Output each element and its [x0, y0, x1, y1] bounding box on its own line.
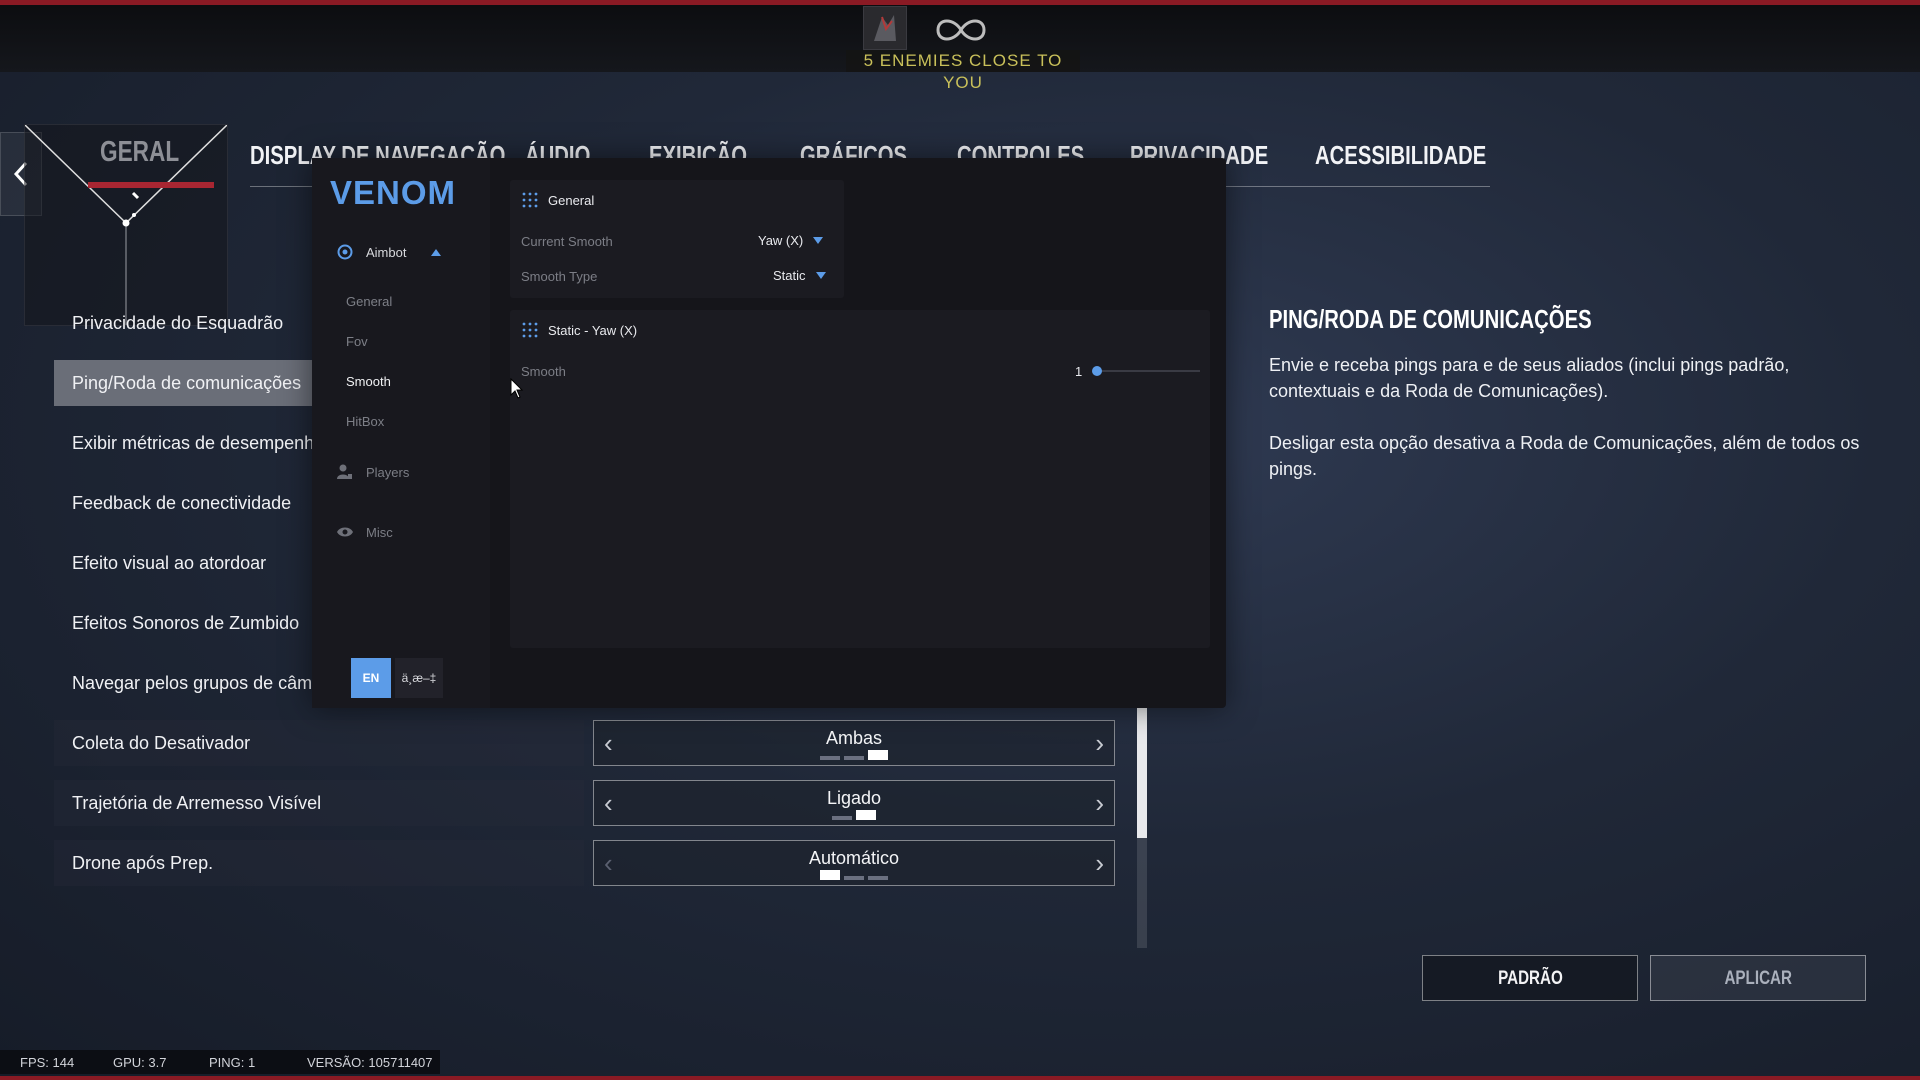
setting-row[interactable]: Coleta do Desativador	[54, 720, 584, 766]
eye-icon	[337, 527, 353, 537]
setting-row[interactable]: Drone após Prep.	[54, 840, 584, 886]
lang-alt-button[interactable]: ä¸­æ–‡	[395, 658, 443, 698]
chevron-right-icon[interactable]: ›	[1095, 850, 1104, 876]
option-indicator	[820, 870, 888, 880]
dropdown-arrow-icon	[813, 237, 824, 244]
apply-button-label: APLICAR	[1724, 968, 1792, 989]
setting-selector[interactable]: ‹ Ligado ›	[593, 780, 1115, 826]
ping-readout: PING: 1	[209, 1055, 256, 1070]
default-button[interactable]: PADRÃO	[1422, 955, 1638, 1001]
bottom-accent-bar	[0, 1076, 1920, 1080]
lang-en-button[interactable]: EN	[351, 658, 391, 698]
players-icon	[337, 464, 352, 479]
static-yaw-panel	[510, 310, 1210, 648]
setting-value: Automático	[808, 848, 900, 868]
nav-players[interactable]: Players	[336, 463, 409, 481]
infinity-icon	[926, 10, 996, 50]
setting-label: Navegar pelos grupos de câmeras	[72, 673, 348, 693]
grid-dots-icon	[522, 192, 538, 208]
setting-label: Efeitos Sonoros de Zumbido	[72, 613, 300, 633]
nav-players-label: Players	[366, 464, 410, 480]
description-title: PING/RODA DE COMUNICAÇÕES	[1269, 304, 1592, 334]
chevron-right-icon[interactable]: ›	[1095, 730, 1104, 756]
smooth-slider-knob[interactable]	[1092, 366, 1102, 376]
nav-aimbot[interactable]: Aimbot	[336, 243, 442, 261]
smooth-type-value: Static	[773, 268, 806, 283]
general-panel-header: General	[522, 192, 594, 208]
current-smooth-label: Current Smooth	[521, 234, 613, 249]
grid-dots-icon	[522, 322, 538, 338]
setting-row[interactable]: Trajetória de Arremesso Visível	[54, 780, 584, 826]
description-paragraph: Envie e receba pings para e de seus alia…	[1269, 355, 1790, 401]
current-smooth-dropdown[interactable]: Yaw (X)	[758, 233, 824, 248]
setting-label: Ping/Roda de comunicações	[72, 373, 302, 393]
apply-button[interactable]: APLICAR	[1650, 955, 1866, 1001]
smooth-slider-value: 1	[1075, 364, 1083, 379]
setting-label: Privacidade do Esquadrão	[72, 313, 284, 333]
default-button-label: PADRÃO	[1497, 968, 1563, 989]
tab-active-underline	[88, 182, 214, 188]
setting-label: Feedback de conectividade	[72, 493, 292, 513]
nav-misc[interactable]: Misc	[336, 523, 393, 541]
fps-readout: FPS: 144	[20, 1055, 75, 1070]
smooth-slider-label: Smooth	[521, 364, 566, 379]
static-panel-title: Static - Yaw (X)	[548, 322, 638, 338]
tab-geral[interactable]: GERAL	[100, 136, 179, 169]
option-indicator	[820, 750, 888, 760]
venom-logo: VENOM	[330, 174, 457, 211]
setting-label: Efeito visual ao atordoar	[72, 553, 267, 573]
crosshair-icon	[337, 244, 353, 260]
nav-aimbot-label: Aimbot	[366, 244, 407, 260]
venom-sidebar	[312, 158, 490, 708]
nav-misc-label: Misc	[366, 524, 393, 540]
tab-acessibilidade[interactable]: ACESSIBILIDADE	[1315, 140, 1486, 171]
operator-icon	[863, 6, 907, 50]
setting-selector[interactable]: ‹ Ambas ›	[593, 720, 1115, 766]
description-paragraph: Desligar esta opção desativa a Roda de C…	[1269, 433, 1860, 479]
setting-value: Ligado	[826, 788, 882, 808]
sub-general[interactable]: General	[346, 294, 392, 309]
setting-label: Coleta do Desativador	[72, 733, 251, 753]
chevron-right-icon[interactable]: ›	[1095, 790, 1104, 816]
setting-selector[interactable]: ‹ Automático ›	[593, 840, 1115, 886]
dropdown-arrow-icon	[815, 272, 826, 279]
sub-hitbox[interactable]: HitBox	[346, 414, 384, 429]
chevron-up-icon	[431, 249, 442, 256]
smooth-type-dropdown[interactable]: Static	[773, 268, 826, 283]
setting-label: Drone após Prep.	[72, 853, 214, 873]
enemies-close-text: 5 ENEMIES CLOSE TO YOU	[846, 50, 1080, 92]
sub-smooth[interactable]: Smooth	[346, 374, 391, 389]
smooth-slider-track[interactable]	[1097, 370, 1200, 372]
current-smooth-value: Yaw (X)	[758, 233, 804, 248]
setting-label: Exibir métricas de desempenho	[72, 433, 325, 453]
gpu-readout: GPU: 3.7	[113, 1055, 167, 1070]
status-bar: FPS: 144 GPU: 3.7 PING: 1 VERSÃO: 105711…	[0, 1050, 440, 1074]
scrollbar-thumb[interactable]	[1137, 708, 1147, 838]
static-panel-header: Static - Yaw (X)	[522, 322, 637, 338]
general-panel-title: General	[548, 192, 595, 208]
version-readout: VERSÃO: 105711407	[307, 1055, 433, 1070]
setting-label: Trajetória de Arremesso Visível	[72, 793, 322, 813]
mouse-cursor-icon	[510, 378, 524, 399]
setting-value: Ambas	[825, 728, 883, 748]
option-indicator	[832, 810, 876, 820]
smooth-type-label: Smooth Type	[521, 269, 598, 284]
sub-fov[interactable]: Fov	[346, 334, 368, 349]
